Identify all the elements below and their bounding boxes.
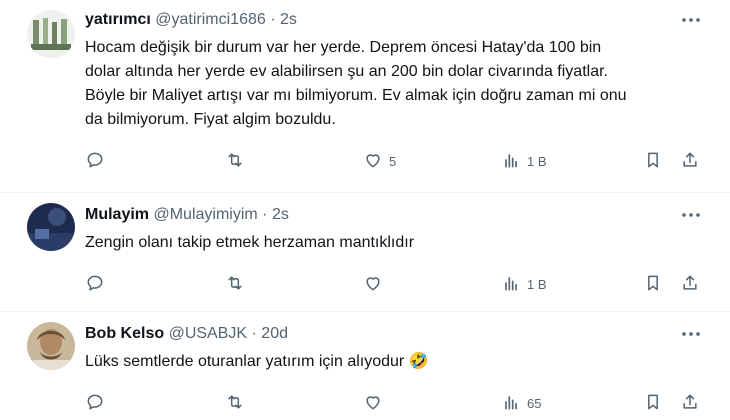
- like-icon: [363, 392, 383, 415]
- tweet-text-line: Lüks semtlerde oturanlar yatırım için al…: [85, 350, 715, 374]
- views-icon: [501, 150, 521, 173]
- user-handle[interactable]: @USABJK: [169, 325, 247, 342]
- reply-icon: [85, 273, 105, 296]
- more-icon[interactable]: [680, 205, 702, 225]
- tweet-text-line: dolar altında her yerde ev alabilirsen ş…: [85, 63, 608, 80]
- tweet[interactable]: Bob Kelso @USABJK · 20d Lüks semtlerde o…: [0, 312, 730, 420]
- avatar-image: [27, 322, 75, 370]
- share-button[interactable]: [680, 392, 700, 414]
- reply-button[interactable]: [85, 392, 111, 414]
- reply-icon: [85, 392, 105, 415]
- display-name[interactable]: Bob Kelso: [85, 325, 164, 342]
- tweet-header: Bob Kelso @USABJK · 20d: [85, 324, 288, 344]
- like-icon: [363, 150, 383, 173]
- avatar[interactable]: [27, 322, 75, 370]
- retweet-icon: [225, 273, 245, 296]
- tweet-text: Hocam değişik bir durum var her yerde. D…: [85, 36, 715, 132]
- bookmark-button[interactable]: [643, 150, 663, 172]
- bookmark-button[interactable]: [643, 392, 663, 414]
- more-icon[interactable]: [680, 324, 702, 344]
- avatar[interactable]: [27, 203, 75, 251]
- tweet-header: Mulayim @Mulayimiyim · 2s: [85, 205, 289, 225]
- views-count: 1 B: [527, 153, 547, 169]
- reply-icon: [85, 150, 105, 173]
- separator-dot: ·: [270, 11, 276, 28]
- tweet-actions: 5 1 B: [85, 150, 705, 172]
- retweet-button[interactable]: [225, 273, 251, 295]
- tweet-text-line: Böyle bir Maliyet artışı var mı bilmiyor…: [85, 87, 627, 104]
- bookmark-icon: [643, 150, 663, 173]
- share-icon: [680, 273, 700, 296]
- views-button[interactable]: 65: [501, 392, 541, 414]
- retweet-button[interactable]: [225, 150, 251, 172]
- user-handle[interactable]: @yatirimci1686: [155, 11, 266, 28]
- tweet[interactable]: yatırımcı @yatirimci1686 · 2s Hocam deği…: [0, 0, 730, 198]
- like-button[interactable]: 5: [363, 150, 396, 172]
- user-handle[interactable]: @Mulayimiyim: [153, 206, 257, 223]
- bookmark-icon: [643, 273, 663, 296]
- tweet-actions: 1 B: [85, 273, 705, 295]
- share-icon: [680, 392, 700, 415]
- separator-dot: ·: [251, 325, 257, 342]
- views-button[interactable]: 1 B: [501, 150, 547, 172]
- tweet-text-line: Hocam değişik bir durum var her yerde. D…: [85, 39, 602, 56]
- views-icon: [501, 392, 521, 415]
- retweet-button[interactable]: [225, 392, 251, 414]
- like-count: 5: [389, 153, 397, 169]
- like-button[interactable]: [363, 392, 389, 414]
- separator-dot: ·: [262, 206, 268, 223]
- tweet-header: yatırımcı @yatirimci1686 · 2s: [85, 10, 297, 30]
- reply-button[interactable]: [85, 150, 111, 172]
- tweet-actions: 65: [85, 392, 705, 414]
- tweet-text-line: da bilmiyorum. Fiyat algim bozuldu.: [85, 111, 336, 128]
- laughing-emoji: 🤣: [408, 353, 429, 370]
- tweet-text-line: Zengin olanı takip etmek herzaman mantık…: [85, 234, 415, 251]
- tweet-text: Zengin olanı takip etmek herzaman mantık…: [85, 231, 715, 255]
- reply-button[interactable]: [85, 273, 111, 295]
- share-button[interactable]: [680, 150, 700, 172]
- share-icon: [680, 150, 700, 173]
- retweet-icon: [225, 150, 245, 173]
- views-count: 1 B: [527, 276, 547, 292]
- display-name[interactable]: Mulayim: [85, 206, 149, 223]
- views-icon: [501, 273, 521, 296]
- timestamp[interactable]: 2s: [280, 11, 297, 28]
- views-button[interactable]: 1 B: [501, 273, 547, 295]
- bookmark-button[interactable]: [643, 273, 663, 295]
- display-name[interactable]: yatırımcı: [85, 11, 151, 28]
- tweet[interactable]: Mulayim @Mulayimiyim · 2s Zengin olanı t…: [0, 193, 730, 311]
- retweet-icon: [225, 392, 245, 415]
- views-count: 65: [527, 395, 542, 411]
- like-icon: [363, 273, 383, 296]
- tweet-text: Lüks semtlerde oturanlar yatırım için al…: [85, 350, 715, 374]
- tweet-feed: yatırımcı @yatirimci1686 · 2s Hocam deği…: [0, 0, 730, 420]
- bookmark-icon: [643, 392, 663, 415]
- tweet-text-content: Lüks semtlerde oturanlar yatırım için al…: [85, 353, 405, 370]
- timestamp[interactable]: 2s: [272, 206, 289, 223]
- more-icon[interactable]: [680, 10, 702, 30]
- timestamp[interactable]: 20d: [261, 325, 288, 342]
- avatar-image: [27, 203, 75, 251]
- like-button[interactable]: [363, 273, 389, 295]
- avatar-image: [27, 10, 75, 58]
- avatar[interactable]: [27, 10, 75, 58]
- share-button[interactable]: [680, 273, 700, 295]
